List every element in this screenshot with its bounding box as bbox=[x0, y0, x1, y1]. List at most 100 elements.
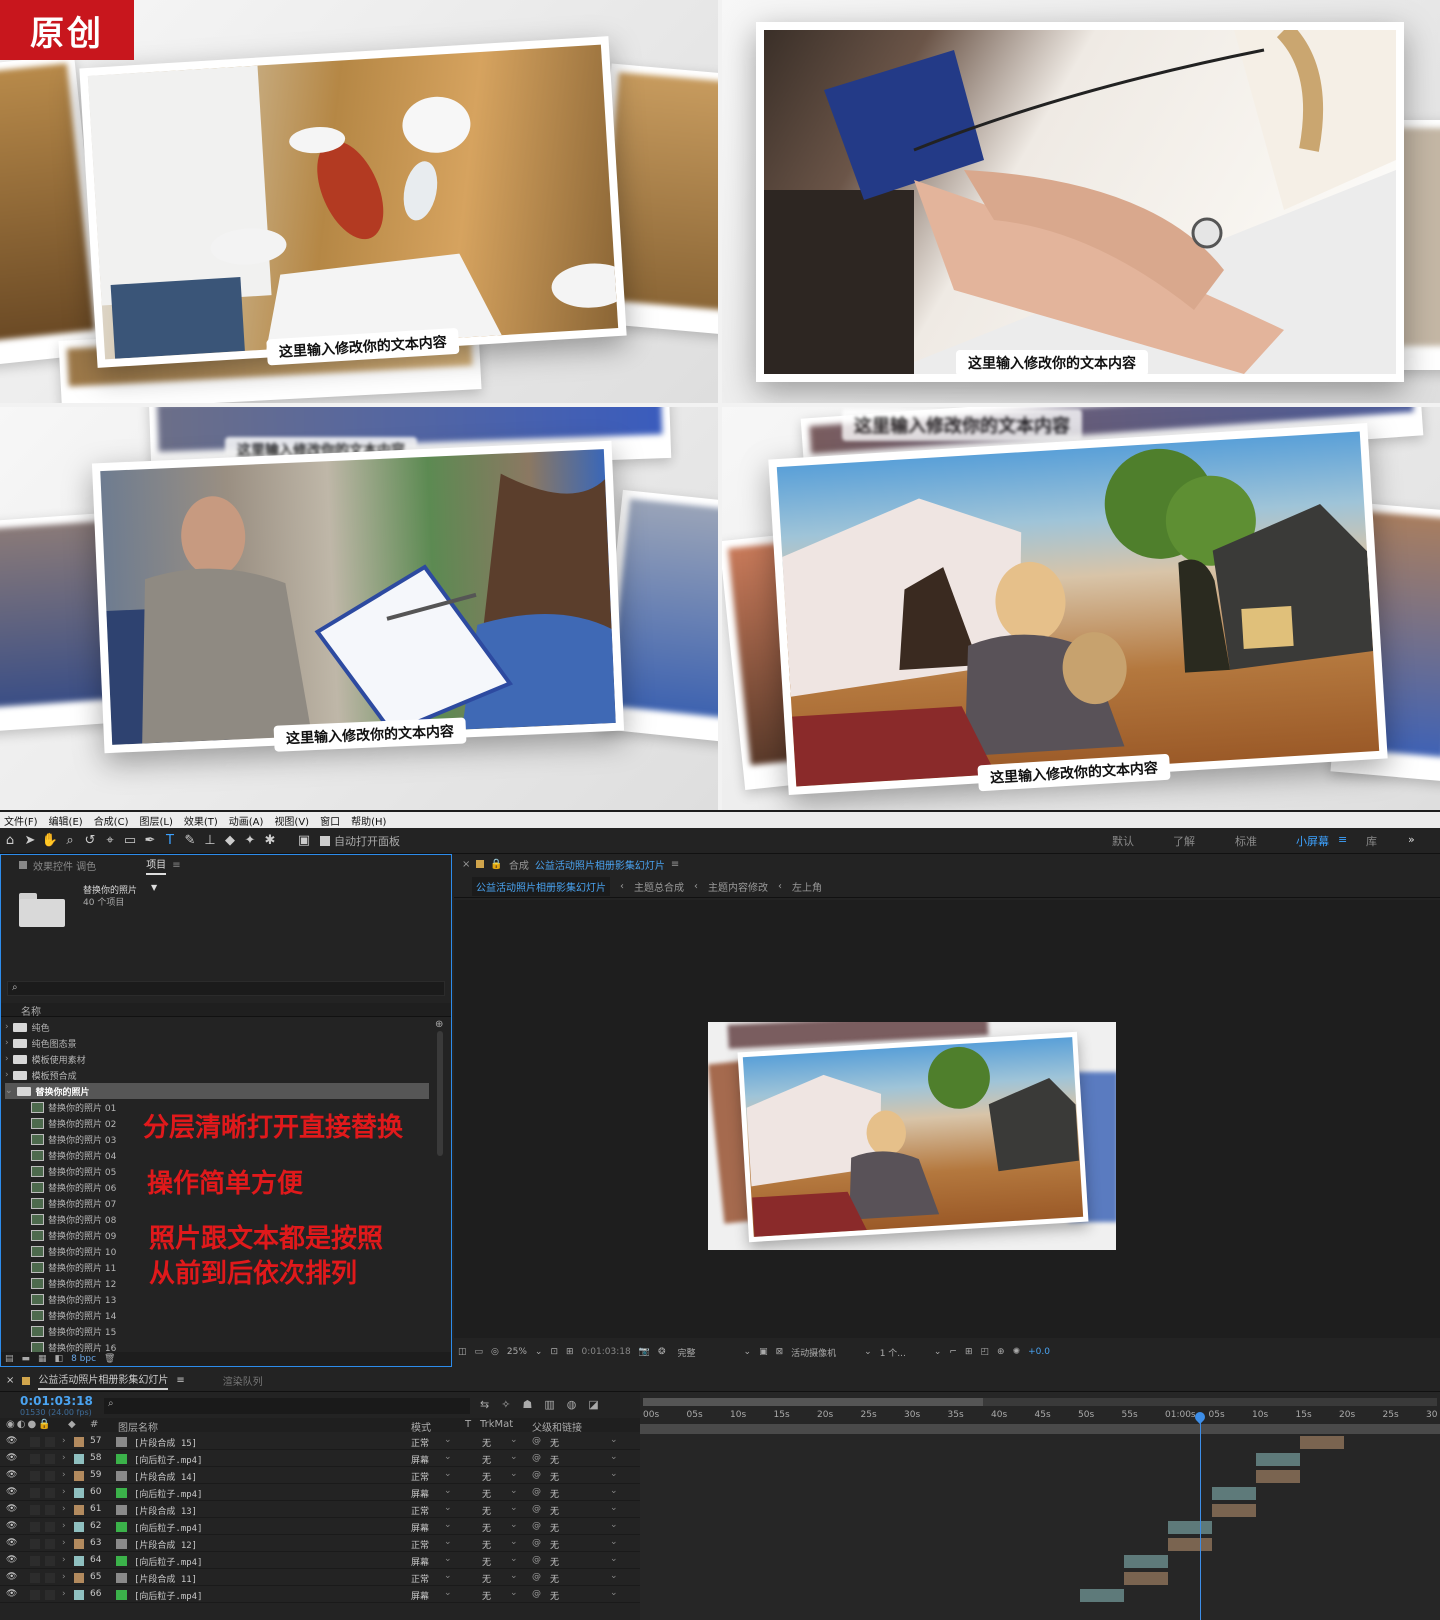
layer-duration-bar[interactable] bbox=[1212, 1504, 1256, 1517]
dropdown-icon[interactable]: ⌄ bbox=[864, 1347, 872, 1357]
parent-select[interactable]: 无 bbox=[550, 1538, 559, 1551]
dropdown-icon[interactable]: ⌄ bbox=[610, 1435, 618, 1445]
layer-row[interactable]: 👁 › 60 [向后粒子.mp4] 屏幕 ⌄ 无 ⌄ @ 无 ⌄ bbox=[0, 1485, 640, 1501]
dropdown-icon[interactable]: ⌄ bbox=[444, 1469, 452, 1479]
dropdown-icon[interactable]: ⌄ bbox=[610, 1520, 618, 1530]
dropdown-icon[interactable]: ⌄ bbox=[510, 1520, 518, 1530]
expand-arrow-icon[interactable]: › bbox=[62, 1521, 66, 1531]
trkmat-select[interactable]: 无 bbox=[482, 1572, 491, 1585]
timeline-menu-icon[interactable]: ≡ bbox=[176, 1375, 184, 1386]
roto-brush-tool-icon[interactable]: ✦ bbox=[240, 831, 260, 851]
workspace-library[interactable]: 库 bbox=[1366, 833, 1377, 849]
interpret-footage-icon[interactable]: ▤ bbox=[5, 1354, 14, 1364]
grid-icon[interactable]: ⊞ bbox=[566, 1347, 574, 1357]
expand-arrow-icon[interactable]: › bbox=[62, 1470, 66, 1480]
pickwhip-icon[interactable]: @ bbox=[532, 1555, 541, 1565]
blend-mode-select[interactable]: 正常 bbox=[411, 1436, 429, 1449]
pickwhip-icon[interactable]: @ bbox=[532, 1436, 541, 1446]
dropdown-icon[interactable]: ⌄ bbox=[510, 1469, 518, 1479]
color-depth[interactable]: 8 bpc bbox=[71, 1354, 96, 1364]
trkmat-select[interactable]: 无 bbox=[482, 1453, 491, 1466]
lock-toggle[interactable] bbox=[45, 1522, 55, 1532]
label-color-swatch[interactable] bbox=[74, 1454, 84, 1464]
dropdown-icon[interactable]: ⌄ bbox=[510, 1554, 518, 1564]
layer-name[interactable]: [片段合成 13] bbox=[134, 1504, 197, 1517]
label-color-swatch[interactable] bbox=[74, 1556, 84, 1566]
parent-select[interactable]: 无 bbox=[550, 1453, 559, 1466]
rotate-tool-icon[interactable]: ↺ bbox=[80, 831, 100, 851]
blend-mode-select[interactable]: 屏幕 bbox=[411, 1453, 429, 1466]
pickwhip-icon[interactable]: @ bbox=[532, 1521, 541, 1531]
parent-select[interactable]: 无 bbox=[550, 1504, 559, 1517]
project-item-row[interactable]: 替换你的照片 02 bbox=[31, 1115, 116, 1131]
snapshot-icon[interactable]: 📷 bbox=[639, 1347, 650, 1357]
dropdown-icon[interactable]: ⌄ bbox=[444, 1503, 452, 1513]
dropdown-icon[interactable]: ⌄ bbox=[444, 1486, 452, 1496]
menu-view[interactable]: 视图(V) bbox=[274, 813, 309, 828]
dropdown-icon[interactable]: ⌄ bbox=[510, 1452, 518, 1462]
hand-tool-icon[interactable]: ✋ bbox=[40, 831, 60, 851]
blend-mode-select[interactable]: 正常 bbox=[411, 1504, 429, 1517]
text-tool-icon[interactable]: T bbox=[160, 831, 180, 851]
menu-effect[interactable]: 效果(T) bbox=[184, 813, 218, 828]
layer-row[interactable]: 👁 › 57 [片段合成 15] 正常 ⌄ 无 ⌄ @ 无 ⌄ bbox=[0, 1434, 640, 1450]
layer-row[interactable]: 👁 › 63 [片段合成 12] 正常 ⌄ 无 ⌄ @ 无 ⌄ bbox=[0, 1536, 640, 1552]
draft-3d-icon[interactable]: ✧ bbox=[501, 1398, 510, 1411]
project-scrollbar[interactable] bbox=[437, 1031, 443, 1156]
lock-toggle[interactable] bbox=[45, 1437, 55, 1447]
camera-select[interactable]: 活动摄像机 bbox=[791, 1346, 836, 1359]
expand-arrow-icon[interactable]: › bbox=[62, 1504, 66, 1514]
blend-mode-select[interactable]: 屏幕 bbox=[411, 1487, 429, 1500]
zoom-select[interactable]: 25% bbox=[507, 1347, 527, 1357]
timeline-tab-name[interactable]: 公益活动照片相册影集幻灯片 bbox=[38, 1371, 169, 1390]
layer-name-header[interactable]: 图层名称 bbox=[118, 1419, 158, 1434]
layer-duration-bar[interactable] bbox=[1080, 1589, 1124, 1602]
region-icon[interactable]: ⊡ bbox=[550, 1347, 558, 1357]
puppet-tool-icon[interactable]: ✱ bbox=[260, 831, 280, 851]
layer-name[interactable]: [片段合成 14] bbox=[134, 1470, 197, 1483]
solo-toggle[interactable] bbox=[30, 1522, 40, 1532]
lock-toggle[interactable] bbox=[45, 1454, 55, 1464]
trkmat-select[interactable]: 无 bbox=[482, 1555, 491, 1568]
pickwhip-icon[interactable]: @ bbox=[532, 1453, 541, 1463]
dropdown-icon[interactable]: ⌄ bbox=[444, 1435, 452, 1445]
expand-arrow-icon[interactable]: › bbox=[62, 1436, 66, 1446]
solo-toggle[interactable] bbox=[30, 1437, 40, 1447]
dropdown-icon[interactable]: ⌄ bbox=[444, 1554, 452, 1564]
project-folder-row[interactable]: › 纯色 bbox=[5, 1019, 429, 1035]
dropdown-icon[interactable]: ⌄ bbox=[610, 1554, 618, 1564]
trkmat-select[interactable]: 无 bbox=[482, 1589, 491, 1602]
menu-edit[interactable]: 编辑(E) bbox=[49, 813, 83, 828]
project-item-row[interactable]: 替换你的照片 14 bbox=[31, 1307, 116, 1323]
close-tab-icon[interactable]: × bbox=[6, 1375, 14, 1386]
dropdown-icon[interactable]: ⌄ bbox=[444, 1571, 452, 1581]
trkmat-select[interactable]: 无 bbox=[482, 1521, 491, 1534]
transparency-grid-icon[interactable]: ⊠ bbox=[776, 1347, 784, 1357]
pickwhip-icon[interactable]: @ bbox=[532, 1572, 541, 1582]
dropdown-icon[interactable]: ⌄ bbox=[510, 1571, 518, 1581]
blend-mode-select[interactable]: 正常 bbox=[411, 1470, 429, 1483]
dropdown-icon[interactable]: ⌄ bbox=[510, 1588, 518, 1598]
auto-open-checkbox[interactable] bbox=[320, 835, 330, 846]
visibility-eye-icon[interactable]: 👁 bbox=[6, 1589, 17, 1599]
parent-select[interactable]: 无 bbox=[550, 1572, 559, 1585]
project-settings-icon[interactable]: ◧ bbox=[55, 1354, 64, 1364]
comp-menu-icon[interactable]: ≡ bbox=[671, 859, 679, 870]
visibility-eye-icon[interactable]: 👁 bbox=[6, 1470, 17, 1480]
project-folder-row[interactable]: › 模板预合成 bbox=[5, 1067, 429, 1083]
layer-name[interactable]: [片段合成 12] bbox=[134, 1538, 197, 1551]
name-column-header[interactable]: 名称 bbox=[1, 1003, 451, 1018]
pickwhip-icon[interactable]: @ bbox=[532, 1504, 541, 1514]
workspace-learn[interactable]: 了解 bbox=[1173, 833, 1195, 849]
dropdown-icon[interactable]: ⌄ bbox=[610, 1469, 618, 1479]
folder-dropdown-icon[interactable]: ▼ bbox=[151, 883, 157, 892]
parent-select[interactable]: 无 bbox=[550, 1470, 559, 1483]
project-search-input[interactable]: ⌕ bbox=[7, 981, 445, 996]
label-color-swatch[interactable] bbox=[74, 1539, 84, 1549]
dropdown-icon[interactable]: ⌄ bbox=[610, 1588, 618, 1598]
project-item-row[interactable]: 替换你的照片 12 bbox=[31, 1275, 116, 1291]
expand-arrow-icon[interactable]: › bbox=[5, 1070, 9, 1080]
visibility-eye-icon[interactable]: 👁 bbox=[6, 1555, 17, 1565]
visibility-eye-icon[interactable]: 👁 bbox=[6, 1487, 17, 1497]
dropdown-icon[interactable]: ⌄ bbox=[610, 1486, 618, 1496]
